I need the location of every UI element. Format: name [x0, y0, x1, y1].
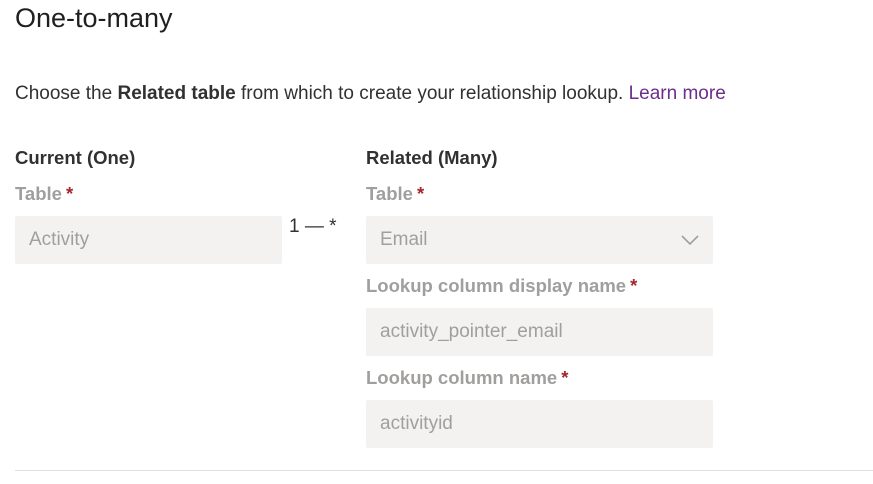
current-table-field: Activity — [15, 216, 282, 264]
description-prefix: Choose the — [15, 83, 118, 104]
lookup-name-label-text: Lookup column name — [366, 367, 558, 388]
related-table-value: Email — [380, 229, 428, 250]
required-mark: * — [416, 183, 425, 204]
description-suffix: from which to create your relationship l… — [235, 83, 629, 104]
lookup-display-value: activity_pointer_email — [380, 321, 563, 342]
relationship-one: 1 — [289, 216, 300, 237]
current-heading: Current (One) — [15, 147, 136, 168]
related-table-label-text: Table — [366, 183, 413, 204]
relationship-indicator: 1 — * — [289, 216, 337, 238]
required-mark: * — [630, 275, 638, 296]
relationship-many: * — [329, 216, 337, 237]
current-table-value: Activity — [29, 229, 90, 250]
required-mark: * — [561, 367, 569, 388]
chevron-down-icon — [681, 235, 699, 246]
related-heading: Related (Many) — [366, 147, 498, 168]
divider — [15, 470, 873, 471]
lookup-display-label-text: Lookup column display name — [366, 275, 627, 296]
description: Choose the Related table from which to c… — [15, 83, 726, 105]
current-table-label: Table * — [15, 183, 73, 205]
learn-more-link[interactable]: Learn more — [629, 83, 726, 104]
required-mark: * — [65, 183, 74, 204]
current-table-label-text: Table — [15, 183, 62, 204]
lookup-display-name-input[interactable]: activity_pointer_email — [366, 308, 713, 356]
relationship-dash: — — [304, 216, 324, 237]
description-bold: Related table — [117, 83, 236, 104]
lookup-name-label: Lookup column name * — [366, 367, 568, 389]
lookup-name-value: activityid — [380, 413, 453, 434]
related-table-dropdown[interactable]: Email — [366, 216, 713, 264]
lookup-name-input[interactable]: activityid — [366, 400, 713, 448]
page-title: One-to-many — [15, 3, 173, 33]
lookup-display-label: Lookup column display name * — [366, 275, 637, 297]
related-table-label: Table * — [366, 183, 424, 205]
